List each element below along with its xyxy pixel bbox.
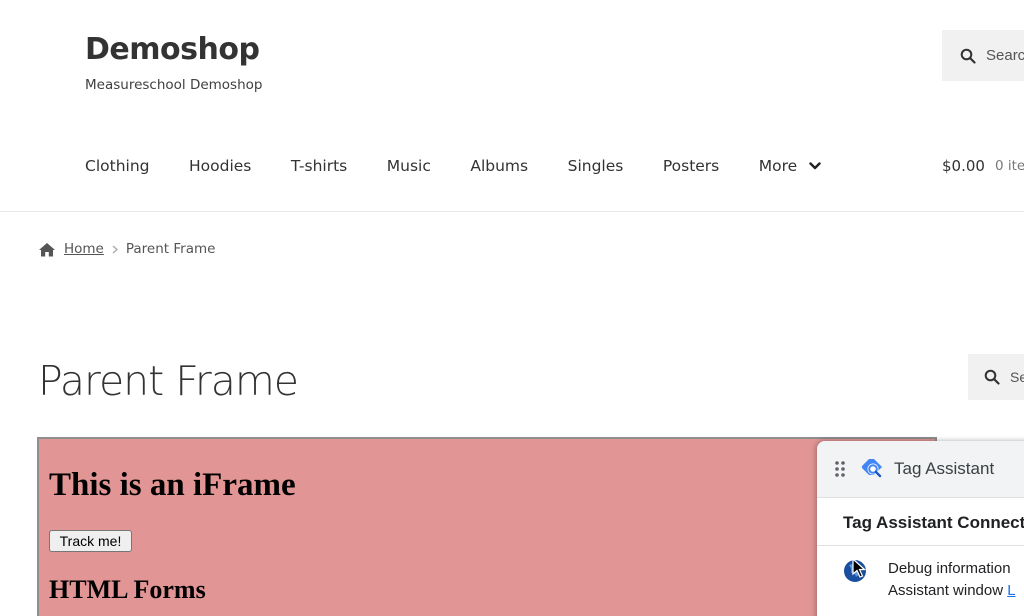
tag-assistant-status: Tag Assistant Connected (843, 513, 1024, 532)
tag-assistant-info-link[interactable]: L (1007, 582, 1015, 599)
nav-item-hoodies[interactable]: Hoodies (189, 157, 251, 175)
header-search-input[interactable]: Search (942, 30, 1024, 81)
tag-assistant-panel: Tag Assistant Tag Assistant Connected De… (817, 441, 1024, 616)
nav-item-posters[interactable]: Posters (663, 157, 719, 175)
tag-assistant-header: Tag Assistant (817, 441, 1024, 498)
page: Demoshop Measureschool Demoshop Search C… (0, 0, 1024, 616)
tag-assistant-info-line2: Assistant window L (888, 582, 1016, 599)
page-title: Parent Frame (38, 357, 299, 405)
tag-assistant-title: Tag Assistant (894, 459, 995, 478)
breadcrumb-home-link[interactable]: Home (64, 241, 104, 257)
header-divider (0, 211, 1024, 212)
header-search-placeholder: Search (986, 47, 1024, 64)
nav-item-tshirts[interactable]: T-shirts (291, 157, 347, 175)
cart-amount: $0.00 (942, 157, 985, 175)
iframe-subheading: HTML Forms (49, 575, 206, 604)
nav-item-more[interactable]: More (759, 157, 821, 175)
breadcrumb: Home Parent Frame (38, 241, 215, 257)
nav-item-singles[interactable]: Singles (568, 157, 624, 175)
nav-item-albums[interactable]: Albums (470, 157, 528, 175)
sidebar-search-placeholder: Search (1010, 369, 1024, 385)
home-icon (38, 242, 56, 257)
cart-link[interactable]: $0.00 0 items (942, 157, 1024, 175)
search-icon (960, 48, 976, 64)
nav-item-clothing[interactable]: Clothing (85, 157, 149, 175)
drag-handle-icon[interactable] (834, 460, 846, 478)
nav-more-label: More (758, 157, 798, 175)
site-tagline: Measureschool Demoshop (85, 77, 263, 93)
breadcrumb-current: Parent Frame (125, 241, 216, 257)
tag-assistant-divider (817, 545, 1024, 546)
site-title[interactable]: Demoshop (85, 32, 260, 67)
iframe-heading: This is an iFrame (49, 467, 296, 503)
track-me-button[interactable]: Track me! (49, 530, 132, 552)
mouse-cursor-icon (852, 557, 867, 583)
tag-assistant-logo-icon (860, 457, 884, 481)
primary-nav: Clothing Hoodies T-shirts Music Albums S… (85, 157, 861, 175)
nav-item-music[interactable]: Music (387, 157, 431, 175)
breadcrumb-separator-icon (112, 244, 118, 254)
tag-assistant-info-prefix: Assistant window (888, 582, 1008, 599)
tag-assistant-info-line1: Debug information (888, 560, 1011, 577)
chevron-down-icon (809, 162, 821, 170)
embedded-iframe: This is an iFrame Track me! HTML Forms (37, 437, 937, 616)
search-icon (984, 369, 1000, 385)
sidebar-search-input[interactable]: Search (968, 354, 1024, 400)
cart-count: 0 items (994, 158, 1024, 174)
